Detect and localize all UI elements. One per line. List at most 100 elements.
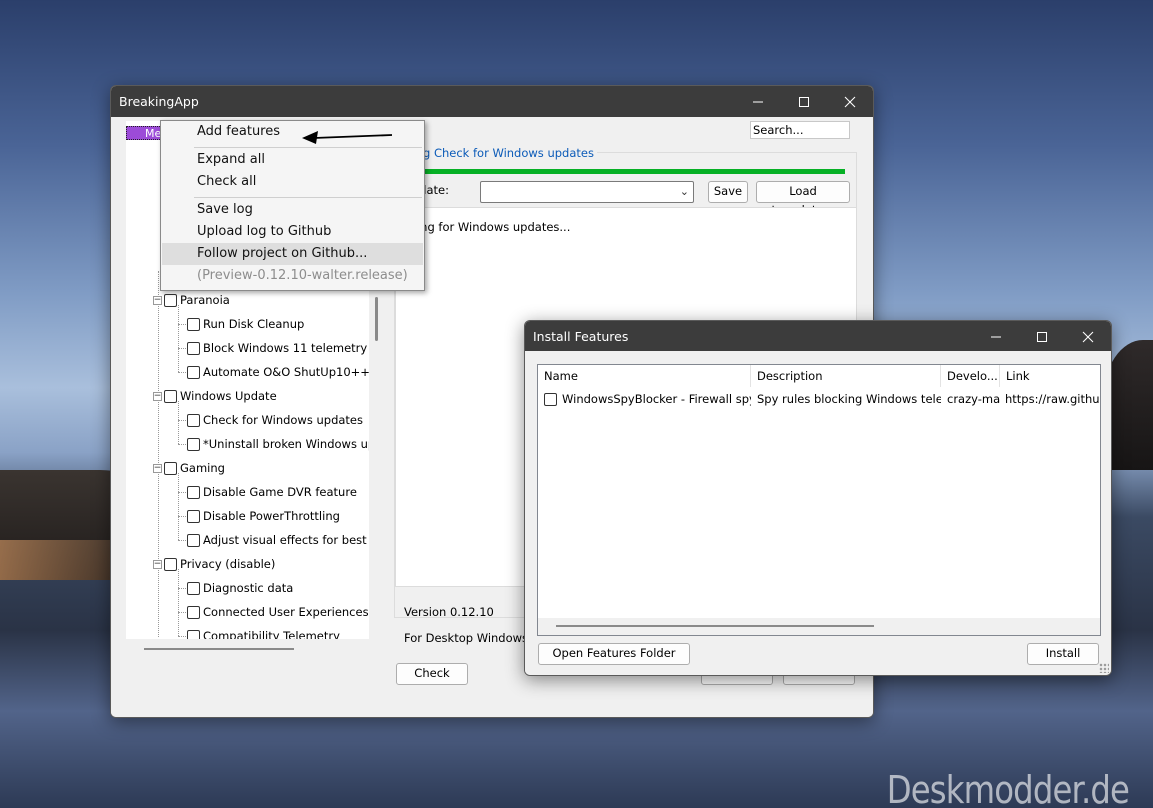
- tree-feature-node[interactable]: Check for Windows updates: [187, 411, 363, 429]
- close-button[interactable]: [827, 86, 873, 117]
- tree-feature-node[interactable]: Block Windows 11 telemetry with W: [187, 339, 369, 357]
- column-header-description[interactable]: Description: [751, 365, 941, 387]
- check-button[interactable]: Check: [396, 663, 468, 685]
- checkbox[interactable]: [164, 389, 177, 403]
- checkbox[interactable]: [187, 629, 200, 639]
- checkbox[interactable]: [187, 509, 200, 523]
- scrollbar-thumb[interactable]: [556, 625, 874, 627]
- checkbox[interactable]: [187, 437, 200, 451]
- load-template-button[interactable]: Load template...: [756, 181, 850, 217]
- tree-guide-line: [178, 305, 179, 372]
- checkbox[interactable]: [187, 341, 200, 355]
- checkbox[interactable]: [187, 317, 200, 331]
- tree-feature-node[interactable]: Automate O&O ShutUp10++: [187, 363, 369, 381]
- tree-node-label: Gaming: [180, 461, 225, 475]
- checkbox[interactable]: [187, 365, 200, 379]
- table-row[interactable]: WindowsSpyBlocker - Firewall spy rules S…: [538, 389, 1100, 409]
- row-description: Spy rules blocking Windows telemetry: [757, 392, 941, 406]
- install-button[interactable]: Install: [1027, 643, 1099, 665]
- group-title: g Check for Windows updates: [420, 146, 597, 160]
- tree-guide-line: [178, 569, 179, 636]
- watermark-text: Deskmodder.de: [886, 768, 1130, 808]
- column-header-name[interactable]: Name: [538, 365, 751, 387]
- tree-horizontal-scrollbar[interactable]: [144, 648, 294, 650]
- version-label: Version 0.12.10: [404, 605, 494, 619]
- tree-feature-node[interactable]: Run Disk Cleanup: [187, 315, 304, 333]
- checkbox[interactable]: [187, 485, 200, 499]
- menu-item[interactable]: Upload log to Github: [162, 221, 423, 243]
- tree-feature-node[interactable]: Disable PowerThrottling: [187, 507, 340, 525]
- tree-node-label: Check for Windows updates: [203, 413, 364, 427]
- tree-node-label: Run Disk Cleanup: [203, 317, 305, 331]
- close-icon: [844, 96, 856, 107]
- log-line: cking for Windows updates...: [404, 220, 571, 234]
- install-titlebar[interactable]: Install Features: [525, 321, 1111, 351]
- row-name-cell: WindowsSpyBlocker - Firewall spy rules: [544, 389, 751, 409]
- minimize-button[interactable]: [735, 86, 781, 117]
- menu-item[interactable]: Check all: [162, 171, 423, 193]
- collapse-icon[interactable]: −: [153, 463, 162, 473]
- checkbox[interactable]: [164, 461, 177, 475]
- tree-node-label: Compatibility Telemetry: [203, 629, 340, 639]
- tree-group-node[interactable]: − Privacy (disable): [153, 555, 275, 573]
- install-client: Name Description Develo... Link WindowsS…: [525, 351, 1111, 675]
- tree-node-label: Automate O&O ShutUp10++: [203, 365, 369, 379]
- tree-guide-line: [178, 401, 179, 444]
- maximize-button[interactable]: [781, 86, 827, 117]
- menu-item[interactable]: Save log: [162, 199, 423, 221]
- checkbox[interactable]: [187, 413, 200, 427]
- tree-guide-line: [178, 473, 179, 540]
- tree-node-label: Connected User Experiences and T: [203, 605, 369, 619]
- resize-grip-icon[interactable]: [1099, 663, 1109, 673]
- search-input[interactable]: Search...: [750, 121, 850, 139]
- tree-node-label: Paranoia: [180, 293, 230, 307]
- tree-node-label: Disable Game DVR feature: [203, 485, 357, 499]
- tree-node-label: *Uninstall broken Windows updates: [203, 437, 369, 451]
- maximize-icon: [799, 96, 809, 107]
- row-checkbox[interactable]: [544, 392, 557, 406]
- checkbox[interactable]: [187, 533, 200, 547]
- column-header-developer[interactable]: Develo...: [941, 365, 1000, 387]
- close-icon: [1082, 331, 1094, 342]
- menu-item: (Preview-0.12.10-walter.release): [197, 268, 408, 283]
- column-header-link[interactable]: Link: [1000, 365, 1100, 387]
- tree-node-label: Diagnostic data: [203, 581, 294, 595]
- features-listview[interactable]: Name Description Develo... Link WindowsS…: [537, 364, 1101, 636]
- template-combobox[interactable]: ⌄: [480, 181, 694, 203]
- collapse-icon[interactable]: −: [153, 295, 162, 305]
- tree-feature-node[interactable]: Adjust visual effects for best perform: [187, 531, 369, 549]
- save-template-button[interactable]: Save: [708, 181, 748, 203]
- tree-group-node[interactable]: − Gaming: [153, 459, 225, 477]
- main-titlebar[interactable]: BreakingApp: [111, 86, 873, 117]
- minimize-button[interactable]: [973, 321, 1019, 352]
- tree-feature-node[interactable]: Compatibility Telemetry: [187, 627, 340, 639]
- maximize-button[interactable]: [1019, 321, 1065, 352]
- listview-horizontal-scrollbar[interactable]: [538, 618, 1100, 635]
- tree-feature-node[interactable]: Connected User Experiences and T: [187, 603, 369, 621]
- listview-header: Name Description Develo... Link: [538, 365, 1100, 387]
- tree-feature-node[interactable]: Diagnostic data: [187, 579, 293, 597]
- tree-feature-node[interactable]: *Uninstall broken Windows updates: [187, 435, 369, 453]
- tree-group-node[interactable]: − Windows Update: [153, 387, 277, 405]
- row-developer: crazy-max: [947, 392, 1000, 406]
- maximize-icon: [1037, 331, 1047, 342]
- checkbox[interactable]: [187, 605, 200, 619]
- menu-separator: [194, 147, 422, 148]
- annotation-arrow-icon: [302, 131, 393, 144]
- install-features-window: Install Features Name Description Develo…: [524, 320, 1112, 676]
- tree-vertical-scrollbar[interactable]: [375, 297, 378, 341]
- menu-item[interactable]: Follow project on Github...: [162, 243, 423, 265]
- menu-item[interactable]: Expand all: [162, 149, 423, 171]
- checkbox[interactable]: [164, 293, 177, 307]
- checkbox[interactable]: [164, 557, 177, 571]
- collapse-icon[interactable]: −: [153, 559, 162, 569]
- minimize-icon: [753, 101, 763, 102]
- open-features-folder-button[interactable]: Open Features Folder: [538, 643, 690, 665]
- checkbox[interactable]: [187, 581, 200, 595]
- tree-node-label: Disable PowerThrottling: [203, 509, 340, 523]
- close-button[interactable]: [1065, 321, 1111, 352]
- tree-group-node[interactable]: − Paranoia: [153, 291, 230, 309]
- collapse-icon[interactable]: −: [153, 391, 162, 401]
- tree-feature-node[interactable]: Disable Game DVR feature: [187, 483, 357, 501]
- tree-node-label: Privacy (disable): [180, 557, 276, 571]
